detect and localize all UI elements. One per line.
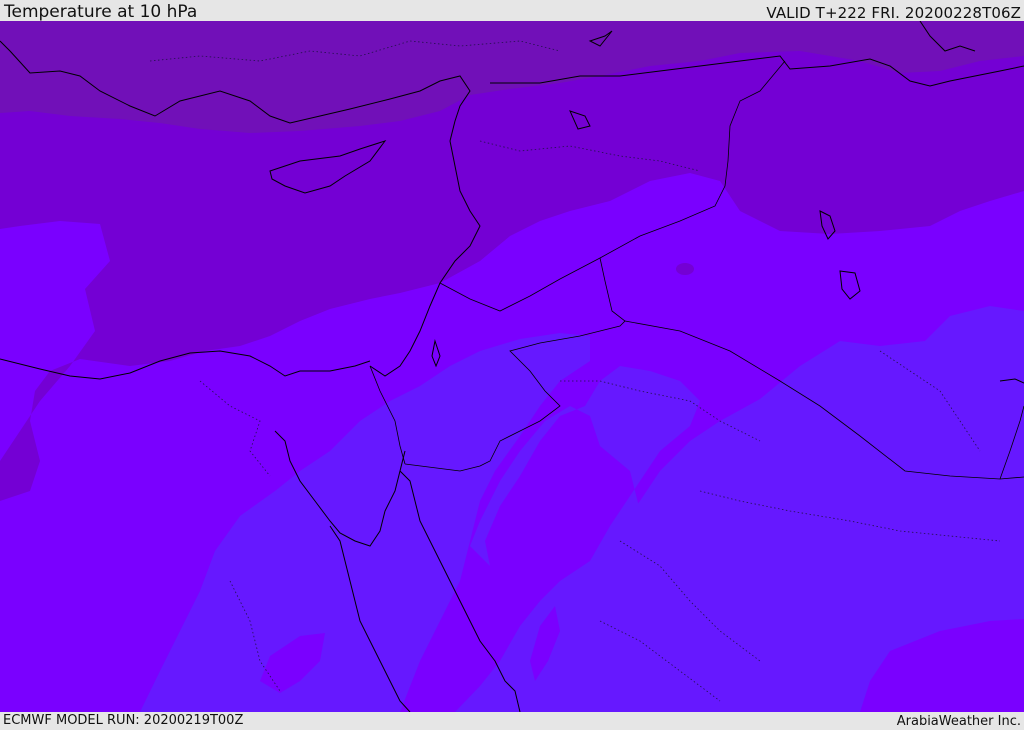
- header-bar: Temperature at 10 hPa VALID T+222 FRI. 2…: [0, 0, 1024, 21]
- map-title: Temperature at 10 hPa: [4, 2, 198, 22]
- weather-map[interactable]: [0, 21, 1024, 712]
- valid-time: VALID T+222 FRI. 20200228T06Z: [766, 4, 1021, 22]
- model-run: ECMWF MODEL RUN: 20200219T00Z: [3, 713, 244, 728]
- temperature-blob-iraq: [676, 263, 694, 275]
- credit-text: ArabiaWeather Inc.: [896, 714, 1021, 729]
- map-canvas: [0, 21, 1024, 712]
- footer-bar: ECMWF MODEL RUN: 20200219T00Z ArabiaWeat…: [0, 712, 1024, 729]
